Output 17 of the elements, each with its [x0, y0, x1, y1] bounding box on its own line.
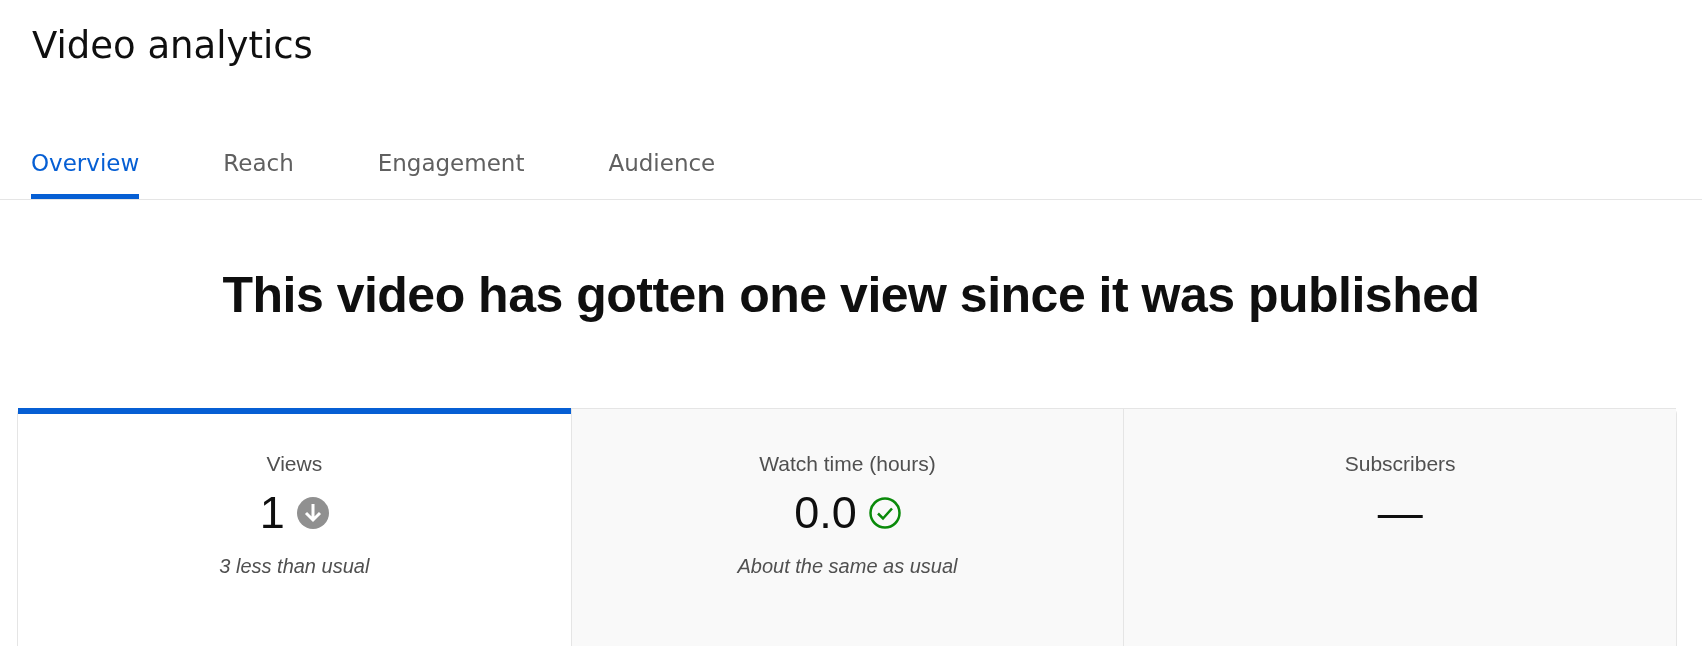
metric-value: 1 [259, 490, 285, 535]
metric-value: — [1377, 490, 1423, 535]
metric-card[interactable]: Subscribers — [1123, 408, 1676, 646]
metric-note: 3 less than usual [219, 555, 370, 578]
headline: This video has gotten one view since it was published [221, 266, 1481, 325]
tab[interactable]: Audience [608, 150, 716, 199]
metric-note: About the same as usual [737, 555, 958, 578]
metric-label: Views [266, 452, 323, 476]
tab[interactable]: Reach [223, 150, 294, 199]
metric-card[interactable]: Watch time (hours) 0.0 About the same as usual [570, 408, 1124, 646]
check-icon [868, 496, 901, 529]
tab[interactable]: Engagement [377, 150, 525, 199]
page-title: Video analytics [31, 23, 314, 69]
metric-value: 0.0 [794, 490, 857, 535]
tab[interactable]: Overview [31, 150, 140, 199]
metric-label: Watch time (hours) [759, 452, 936, 476]
metric-label: Subscribers [1344, 452, 1456, 476]
